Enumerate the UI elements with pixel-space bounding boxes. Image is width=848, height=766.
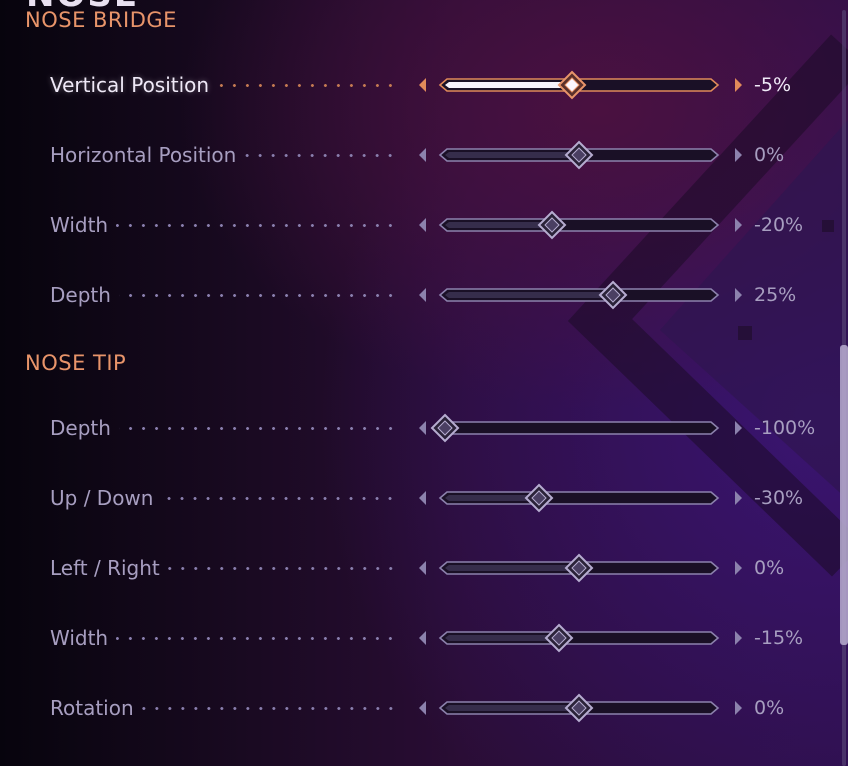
diamond-icon[interactable] [544, 623, 574, 653]
dotted-leader [118, 294, 397, 297]
dotted-leader [141, 707, 397, 710]
diamond-icon[interactable] [524, 483, 554, 513]
slider-value: -20% [754, 214, 804, 236]
slider-track[interactable] [437, 218, 721, 232]
dotted-leader [116, 224, 397, 227]
slider-value: -5% [754, 74, 791, 96]
slider-track[interactable] [437, 288, 721, 302]
slider-row-width[interactable]: Width -15% [0, 613, 830, 663]
chevron-left-icon[interactable] [419, 218, 426, 232]
chevron-right-icon[interactable] [735, 288, 742, 302]
slider-row-up-down[interactable]: Up / Down -30% [0, 473, 830, 523]
slider-track[interactable] [437, 631, 721, 645]
diamond-icon[interactable] [564, 140, 594, 170]
slider-label: Width [50, 626, 109, 650]
slider-value: 0% [754, 557, 785, 579]
chevron-right-icon[interactable] [735, 561, 742, 575]
chevron-right-icon[interactable] [735, 148, 742, 162]
chevron-left-icon[interactable] [419, 288, 426, 302]
dotted-leader [244, 154, 397, 157]
slider-value: 25% [754, 284, 797, 306]
slider-track[interactable] [437, 491, 721, 505]
chevron-left-icon[interactable] [419, 421, 426, 435]
slider-row-depth[interactable]: Depth 25% [0, 270, 830, 320]
diamond-icon[interactable] [557, 70, 587, 100]
section-title-nose-bridge: NOSE BRIDGE [25, 8, 177, 32]
slider-row-depth[interactable]: Depth -100% [0, 403, 830, 453]
dotted-leader [217, 84, 397, 87]
diamond-icon[interactable] [564, 553, 594, 583]
slider-label: Rotation [50, 696, 134, 720]
chevron-right-icon[interactable] [735, 701, 742, 715]
slider-label: Width [50, 213, 109, 237]
slider-label: Depth [50, 416, 111, 440]
slider-row-left-right[interactable]: Left / Right 0% [0, 543, 830, 593]
slider-value: -15% [754, 627, 804, 649]
diamond-icon[interactable] [430, 413, 460, 443]
diamond-icon[interactable] [598, 280, 627, 310]
chevron-left-icon[interactable] [419, 148, 426, 162]
slider-row-width[interactable]: Width -20% [0, 200, 830, 250]
chevron-left-icon[interactable] [419, 491, 426, 505]
chevron-right-icon[interactable] [735, 631, 742, 645]
scrollbar[interactable] [840, 10, 848, 766]
slider-value: -30% [754, 487, 804, 509]
slider-row-horizontal-position[interactable]: Horizontal Position 0% [0, 130, 830, 180]
scrollbar-thumb[interactable] [840, 345, 848, 645]
chevron-left-icon[interactable] [419, 561, 426, 575]
slider-label: Left / Right [50, 556, 160, 580]
slider-row-vertical-position[interactable]: Vertical Position -5% [0, 60, 830, 110]
slider-label: Vertical Position [50, 73, 210, 97]
diamond-icon[interactable] [564, 693, 594, 723]
diamond-icon[interactable] [537, 210, 567, 240]
chevron-right-icon[interactable] [735, 491, 742, 505]
section-title-nose-tip: NOSE TIP [25, 351, 127, 375]
slider-track[interactable] [435, 421, 721, 435]
slider-row-rotation[interactable]: Rotation 0% [0, 683, 830, 733]
chevron-left-icon[interactable] [419, 701, 426, 715]
dotted-leader [116, 637, 397, 640]
slider-label: Up / Down [50, 486, 154, 510]
chevron-left-icon[interactable] [419, 78, 426, 92]
chevron-right-icon[interactable] [735, 78, 742, 92]
slider-value: 0% [754, 697, 785, 719]
dotted-leader [161, 497, 397, 500]
chevron-right-icon[interactable] [735, 421, 742, 435]
chevron-left-icon[interactable] [419, 631, 426, 645]
slider-label: Horizontal Position [50, 143, 237, 167]
dotted-leader [167, 567, 397, 570]
chevron-right-icon[interactable] [735, 218, 742, 232]
slider-value: -100% [754, 417, 816, 439]
slider-label: Depth [50, 283, 111, 307]
dotted-leader [118, 427, 397, 430]
slider-value: 0% [754, 144, 785, 166]
